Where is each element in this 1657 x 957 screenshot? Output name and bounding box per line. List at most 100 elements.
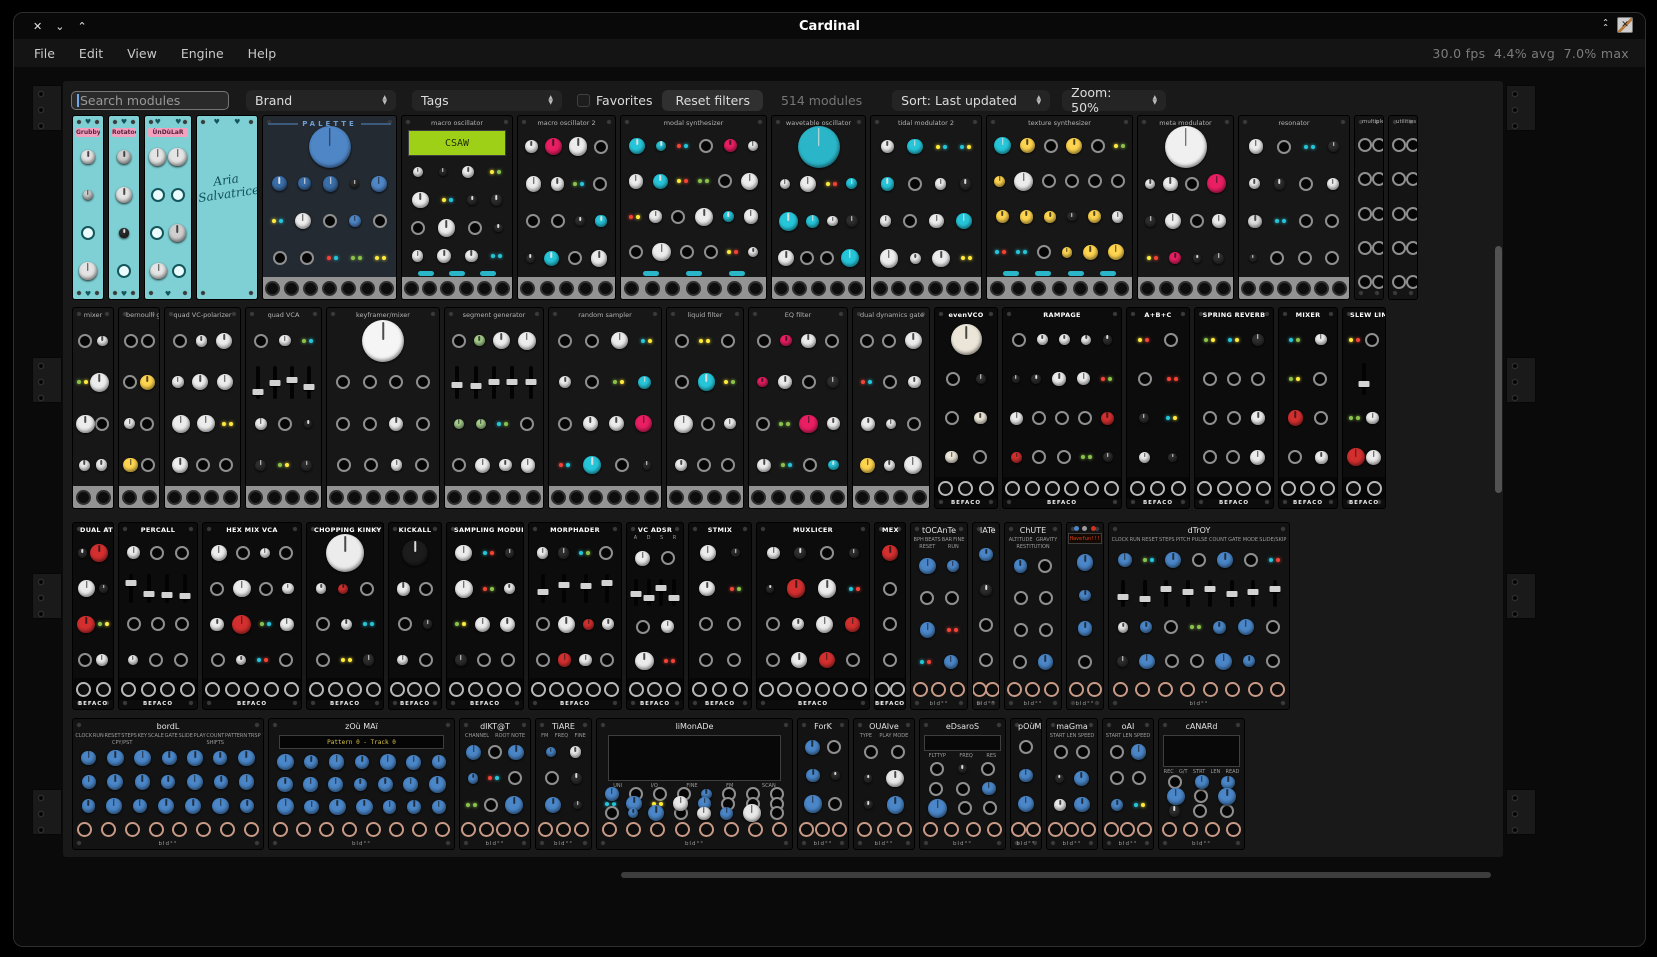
menu-file[interactable]: File: [22, 41, 67, 66]
module-card-dtroy[interactable]: dTrOYCLOCKRUNRESETSTEPSPITCHPULSE COUNTG…: [1109, 523, 1289, 709]
module-card-liquid-filter[interactable]: liquid filter: [667, 308, 743, 508]
module-card-dual-dynamics-gate[interactable]: dual dynamics gate: [853, 308, 929, 508]
module-card-multiples[interactable]: multiples: [1355, 116, 1383, 299]
module-card-bernoulli-gate[interactable]: bernoulli gate: [119, 308, 159, 508]
module-card-ouaive[interactable]: OUAIveTYPEPLAY MODEbId°°: [854, 719, 914, 849]
module-card-late[interactable]: lATebId°°: [973, 523, 999, 709]
tray-icon[interactable]: ✕: [1617, 17, 1633, 33]
module-card-keyframer-mixer[interactable]: keyframer/mixer: [327, 308, 439, 508]
module-card-zo-ma[interactable]: zOù MAïPattern 0 - Track 0bId°°: [269, 719, 454, 849]
module-card-canard[interactable]: cANARdRECG/TSTRTLENREADbId°°: [1159, 719, 1244, 849]
module-card-hex-mix-vca[interactable]: HEX MIX VCABEFACO: [203, 523, 301, 709]
jack-icon: [652, 824, 663, 835]
module-card-quad-vca[interactable]: quad VCA: [246, 308, 321, 508]
module-card-rampage[interactable]: RAMPAGEBEFACO: [1003, 308, 1121, 508]
module-card-macro-oscillator-2[interactable]: macro oscillator 2: [518, 116, 615, 299]
jack-icon: [857, 492, 868, 503]
module-row: mixerbernoulli gatequad VC-polarizerquad…: [73, 308, 1385, 508]
module-card-percall[interactable]: PERCALLBEFACO: [119, 523, 197, 709]
module-card-morphader[interactable]: MORPHADERBEFACO: [529, 523, 621, 709]
knob-pointer: [1015, 375, 1017, 379]
module-card-quad-vc-polarizer[interactable]: quad VC-polarizer: [165, 308, 240, 508]
module-card-stmix[interactable]: STMIXBEFACO: [689, 523, 751, 709]
module-card-limonade[interactable]: liMonADeUNII/OFINEFMSCANbId°°: [597, 719, 792, 849]
module-card-po-ms[interactable]: pOùMsbId°°: [1011, 719, 1041, 849]
module-card-tiare[interactable]: TiAREFMFREQFINEbId°°: [536, 719, 591, 849]
module-card-tocante[interactable]: tOCAnTeBPHBEATSBARFINERESETRUNbId°°: [911, 523, 967, 709]
menu-view[interactable]: View: [115, 41, 169, 66]
module-card-nd-lar[interactable]: ♥ ♥ÙnDùLaR♥: [145, 116, 191, 299]
module-card-sampling-modulator[interactable]: SAMPLING MODULATORBEFACO: [447, 523, 523, 709]
module-card-dual-attenuverter[interactable]: DUAL ATTENUVERTERBEFACO: [73, 523, 113, 709]
module-card-mixer[interactable]: mixer: [73, 308, 113, 508]
module-card-eq-filter[interactable]: EQ filter: [749, 308, 847, 508]
module-card-resonator[interactable]: resonator: [1239, 116, 1349, 299]
module-card-vc-adsr[interactable]: VC ADSRADSRBEFACO: [627, 523, 683, 709]
menu-help[interactable]: Help: [236, 41, 289, 66]
shade-down-icon[interactable]: ⌄: [55, 21, 64, 32]
brand-logo: BEFACO: [627, 700, 683, 709]
decor-row: [307, 571, 383, 607]
decor-row: [518, 128, 615, 165]
module-card-modal-synthesizer[interactable]: modal synthesizer: [621, 116, 766, 299]
module-card-edsaros[interactable]: eDsaroSFLTTYPFREQRESbId°°: [920, 719, 1005, 849]
knob-pointer: [600, 216, 602, 221]
module-card-grubby[interactable]: ♥Grubby♥: [73, 116, 103, 299]
decor-row: [445, 320, 543, 362]
module-card-evenvco[interactable]: evenVCOBEFACO: [935, 308, 997, 508]
module-card-macro-oscillator[interactable]: macro oscillatorCSAW: [402, 116, 512, 299]
menu-edit[interactable]: Edit: [67, 41, 115, 66]
knob-pointer: [940, 251, 942, 258]
led-icon: [229, 422, 233, 426]
close-icon[interactable]: ✕: [33, 21, 42, 32]
module-card-fork[interactable]: ForKbId°°: [798, 719, 848, 849]
knob-icon: [780, 335, 791, 346]
module-card-texture-synthesizer[interactable]: texture synthesizer: [987, 116, 1132, 299]
knob-icon: [1328, 141, 1339, 152]
module-card-kickall[interactable]: KICKALLBEFACO: [389, 523, 441, 709]
decor-row: [460, 765, 530, 791]
module-card-tidal-modulator-2[interactable]: tidal modulator 2: [871, 116, 981, 299]
jack-icon: [144, 492, 155, 503]
module-card-a-b-c[interactable]: A+B+CBEFACO: [1127, 308, 1189, 508]
module-card-muxlicer[interactable]: MUXLICERBEFACO: [757, 523, 869, 709]
module-card-palette[interactable]: PALETTE: [263, 116, 396, 299]
decor-row: [165, 445, 240, 487]
module-card-bordl[interactable]: bordLCLOCKRUNRESETSTEPSKEYSCALEGATESLIDE…: [73, 719, 263, 849]
horizontal-scrollbar-thumb[interactable]: [621, 872, 1491, 878]
module-card-aria-salvatrice[interactable]: ♥ ♥AriaSalvatrice: [197, 116, 257, 299]
jack-icon: [1392, 241, 1406, 255]
knob-pointer: [142, 775, 144, 781]
module-card-chopping-kinky[interactable]: CHOPPING KINKYBEFACO: [307, 523, 383, 709]
decor-row: [263, 203, 396, 240]
module-card-mixer[interactable]: MIXERBEFACO: [1279, 308, 1337, 508]
knob-icon: [996, 210, 1009, 223]
jack-strip: [1279, 477, 1337, 499]
decor-row: [627, 610, 683, 644]
knob-icon: [106, 798, 121, 813]
module-card-random-sampler[interactable]: random sampler: [549, 308, 661, 508]
module-card-spring-reverb[interactable]: SPRING REVERBBEFACO: [1195, 308, 1273, 508]
jack-icon: [667, 283, 678, 294]
module-card-oai[interactable]: oAISTARTLENSPEEDbId°°: [1103, 719, 1153, 849]
module-card-chute[interactable]: ChUTEALTITUDEGRAVITYRESTITUTIONbId°°: [1005, 523, 1061, 709]
menu-engine[interactable]: Engine: [169, 41, 236, 66]
module-card-utilities[interactable]: utilities: [1389, 116, 1417, 299]
module-card-segment-generator[interactable]: segment generator: [445, 308, 543, 508]
vertical-scrollbar-thumb[interactable]: [1495, 246, 1502, 493]
led-icons: [483, 587, 494, 591]
shade-up-icon[interactable]: ⌃: [77, 21, 86, 32]
module-card-mex[interactable]: MEXBEFACO: [875, 523, 905, 709]
knob-icon: [493, 332, 510, 349]
module-card-module[interactable]: Havefun!!!bId°°: [1067, 523, 1103, 709]
module-card-magma[interactable]: maGmaSTARTLENSPEEDbId°°: [1047, 719, 1097, 849]
module-card-rotatoes[interactable]: ♥Rotatoes♥: [109, 116, 139, 299]
module-card-dikt-t[interactable]: dIKT@TCHANNELROOT NOTEbId°°: [460, 719, 530, 849]
module-card-wavetable-oscillator[interactable]: wavetable oscillator: [772, 116, 865, 299]
decor-row: [73, 138, 103, 176]
module-card-slew-limiter[interactable]: SLEW LIMITERBEFACO: [1343, 308, 1385, 508]
jack-icon: [143, 684, 154, 695]
knob-pointer: [913, 333, 915, 340]
module-card-meta-modulator[interactable]: meta modulator: [1138, 116, 1233, 299]
collapse-all-icon[interactable]: ⌃⌃: [1602, 20, 1609, 30]
